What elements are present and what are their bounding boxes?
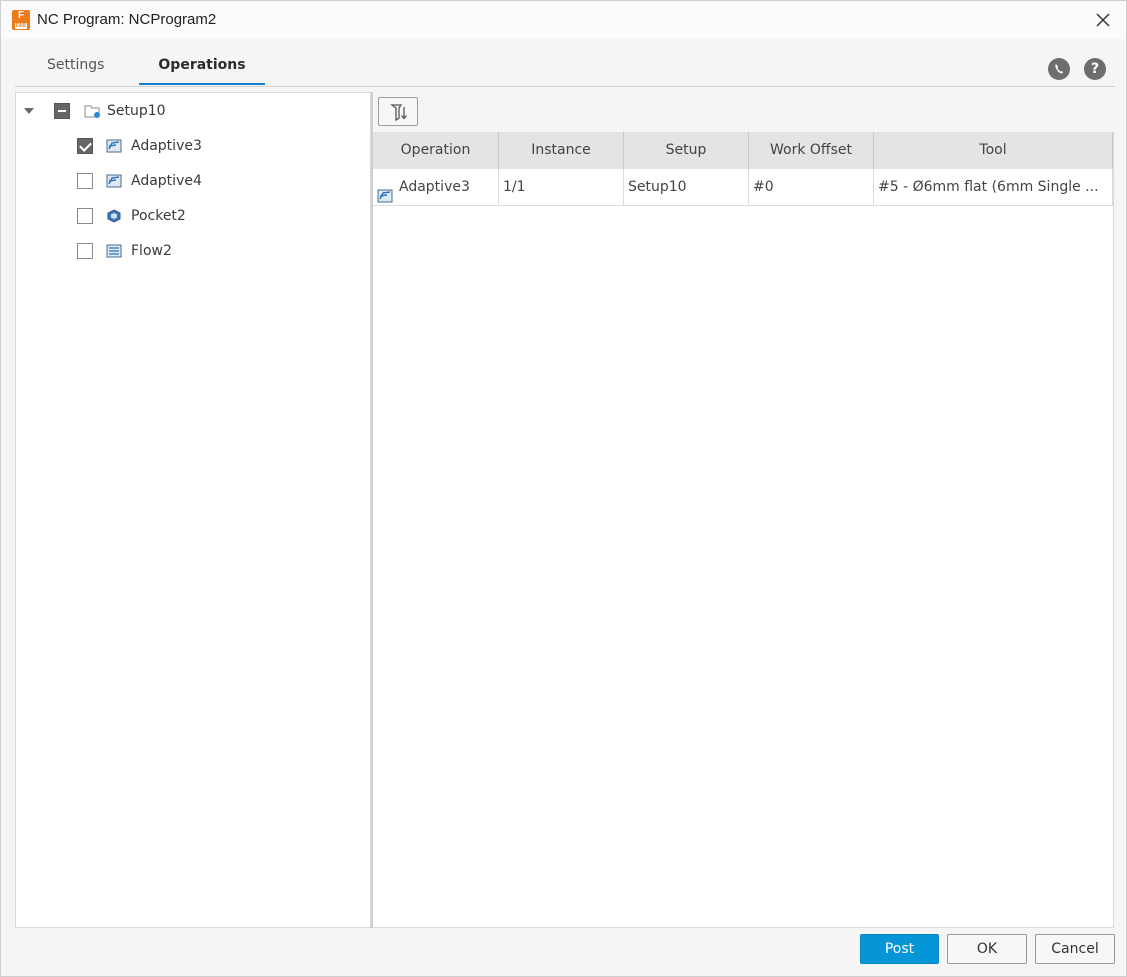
operation-checkbox[interactable] xyxy=(77,173,93,189)
phone-icon[interactable] xyxy=(1048,58,1070,80)
title-bar: F FAB NC Program: NCProgram2 xyxy=(1,1,1126,39)
close-icon[interactable] xyxy=(1092,9,1114,31)
setup-checkbox[interactable] xyxy=(54,103,70,119)
column-header-operation[interactable]: Operation xyxy=(373,132,499,169)
cell-operation: Adaptive3 xyxy=(373,169,499,206)
setup-folder-icon xyxy=(84,103,102,119)
sort-filter-button[interactable] xyxy=(378,97,418,126)
tab-operations[interactable]: Operations xyxy=(139,57,265,85)
tab-settings[interactable]: Settings xyxy=(39,57,112,85)
top-right-icons: ? xyxy=(1048,58,1106,80)
cancel-button[interactable]: Cancel xyxy=(1035,934,1115,964)
tree-row-operation[interactable]: Pocket2 xyxy=(77,204,186,228)
app-icon-letter: F xyxy=(17,10,25,21)
operations-grid: Operation Instance Setup Work Offset Too… xyxy=(373,132,1114,928)
cell-setup: Setup10 xyxy=(624,169,749,206)
cell-work-offset: #0 xyxy=(749,169,874,206)
cell-tool: #5 - Ø6mm flat (6mm Single ... xyxy=(874,169,1113,206)
table-row[interactable]: Adaptive3 1/1 Setup10 #0 #5 - Ø6mm flat … xyxy=(373,169,1113,206)
help-icon[interactable]: ? xyxy=(1084,58,1106,80)
ok-button[interactable]: OK xyxy=(947,934,1027,964)
operation-label: Pocket2 xyxy=(131,208,186,224)
operation-label: Adaptive4 xyxy=(131,173,202,189)
operation-checkbox[interactable] xyxy=(77,208,93,224)
dialog-title: NC Program: NCProgram2 xyxy=(37,11,217,28)
cell-instance: 1/1 xyxy=(499,169,624,206)
pocket-op-icon xyxy=(106,209,122,223)
column-header-setup[interactable]: Setup xyxy=(624,132,749,169)
grid-header: Operation Instance Setup Work Offset Too… xyxy=(373,132,1113,169)
column-header-work-offset[interactable]: Work Offset xyxy=(749,132,874,169)
tool-sort-icon xyxy=(390,104,407,122)
column-header-instance[interactable]: Instance xyxy=(499,132,624,169)
app-icon-sub: FAB xyxy=(15,23,27,29)
expand-arrow-icon[interactable] xyxy=(24,108,34,114)
cell-operation-text: Adaptive3 xyxy=(399,179,470,195)
tree-row-operation[interactable]: Adaptive3 xyxy=(77,134,202,158)
operation-tree-panel: Setup10 Adaptive3 Adaptive4 Pocket2 Flow… xyxy=(15,92,371,928)
fusion-app-icon: F FAB xyxy=(12,10,30,30)
tree-row-setup[interactable]: Setup10 xyxy=(24,99,166,123)
tab-bar: Settings Operations xyxy=(15,45,1115,87)
nc-program-dialog: F FAB NC Program: NCProgram2 Settings Op… xyxy=(0,0,1127,977)
operation-checkbox[interactable] xyxy=(77,243,93,259)
operation-label: Adaptive3 xyxy=(131,138,202,154)
tree-row-operation[interactable]: Flow2 xyxy=(77,239,172,263)
operation-label: Flow2 xyxy=(131,243,172,259)
flow-op-icon xyxy=(106,244,122,258)
tree-row-operation[interactable]: Adaptive4 xyxy=(77,169,202,193)
post-button[interactable]: Post xyxy=(860,934,939,964)
adaptive-op-icon xyxy=(106,139,122,153)
setup-label: Setup10 xyxy=(107,103,166,119)
adaptive-op-icon xyxy=(377,181,393,202)
adaptive-op-icon xyxy=(106,174,122,188)
operation-checkbox[interactable] xyxy=(77,138,93,154)
column-header-tool[interactable]: Tool xyxy=(874,132,1113,169)
